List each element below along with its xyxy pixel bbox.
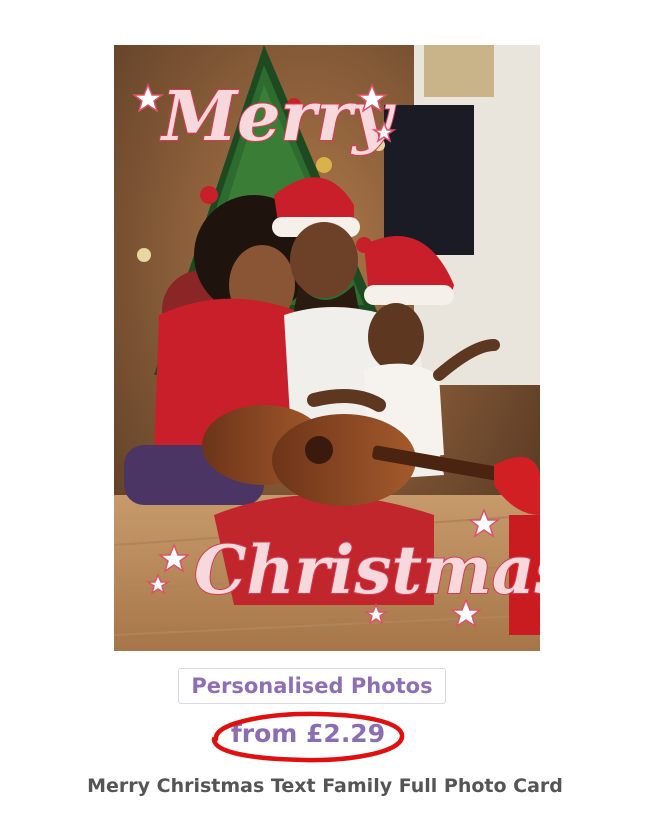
category-tag-label: Personalised Photos — [191, 674, 433, 698]
category-tag-button[interactable]: Personalised Photos — [178, 668, 446, 704]
family-christmas-photo: Merry Christmas — [114, 45, 540, 651]
product-title-link[interactable]: Merry Christmas Text Family Full Photo C… — [0, 775, 650, 797]
product-card-image[interactable]: Merry Christmas — [114, 45, 540, 651]
price-label: from £2.29 — [230, 719, 386, 748]
christmas-overlay-text: Christmas — [194, 531, 540, 609]
merry-overlay-text: Merry — [160, 77, 396, 157]
